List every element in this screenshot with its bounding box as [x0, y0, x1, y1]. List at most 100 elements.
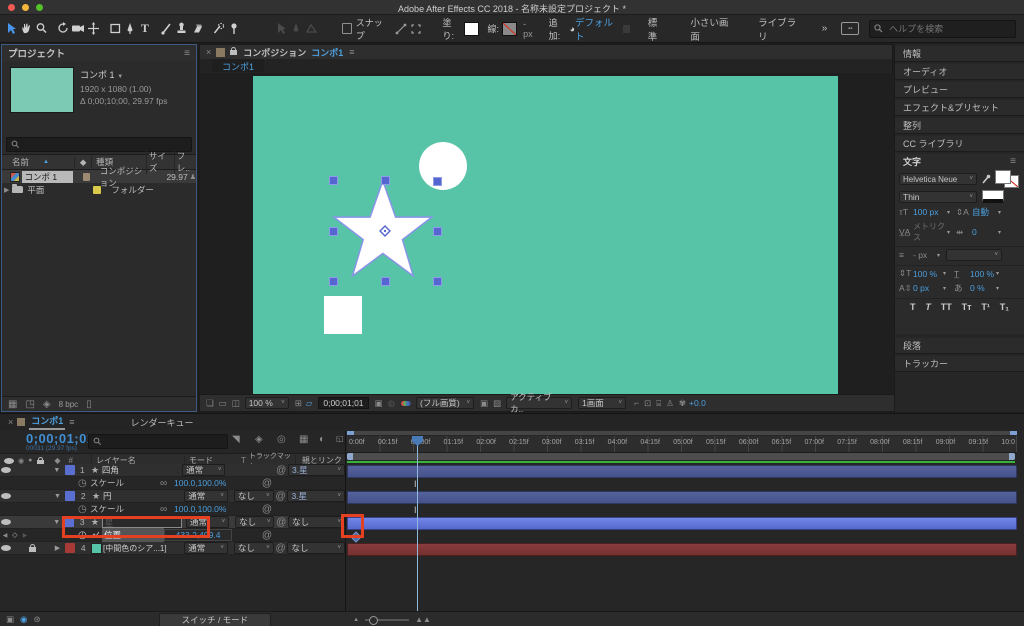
kerning-value[interactable]: メトリクス: [913, 221, 947, 243]
panel-effects-presets[interactable]: エフェクト&プリセット: [895, 100, 1024, 116]
mask-visibility-icon[interactable]: ▱: [306, 398, 313, 409]
layer-row-4[interactable]: ▶ 4 [中間色のシア...1] 通常 ˅ なし ˅ @ なし ˅: [0, 542, 345, 555]
property-name[interactable]: スケール: [90, 477, 160, 489]
timeline-search-box[interactable]: [88, 434, 228, 449]
lock-toggle[interactable]: [28, 544, 36, 552]
panel-align[interactable]: 整列: [895, 118, 1024, 134]
playhead-line[interactable]: [417, 436, 418, 611]
help-search-box[interactable]: [869, 19, 1017, 38]
roto-brush-tool-icon[interactable]: [211, 21, 226, 37]
timeline-tab-menu-icon[interactable]: ≡: [69, 417, 74, 427]
fill-swatch[interactable]: [463, 21, 479, 36]
exposure-reset-icon[interactable]: ✾: [679, 398, 686, 409]
stroke-swatch[interactable]: [501, 21, 518, 36]
column-name[interactable]: 名前 ▲: [2, 156, 74, 168]
exposure-value[interactable]: +0.0: [689, 398, 706, 408]
layer-bar-1[interactable]: [347, 465, 1017, 478]
type-tool-icon[interactable]: T: [137, 21, 152, 37]
layer-expander-icon[interactable]: ▼: [51, 467, 63, 474]
camera-tool-icon[interactable]: [71, 21, 86, 37]
trackmatte-dropdown[interactable]: なし ˅: [235, 516, 275, 528]
transparency-grid-icon[interactable]: ▨: [493, 398, 501, 409]
layer-label-chip[interactable]: [64, 465, 75, 475]
selection-handle[interactable]: [433, 277, 442, 286]
workspace-switcher-icon[interactable]: ▪▪: [841, 22, 860, 35]
panel-cc-libraries[interactable]: CC ライブラリ: [895, 136, 1024, 152]
project-row-name[interactable]: 平面: [27, 184, 83, 196]
stopwatch-icon[interactable]: ◷: [78, 504, 90, 515]
leading-value[interactable]: 自動: [972, 206, 998, 218]
fast-previews-icon[interactable]: ⊡: [644, 398, 651, 409]
timeline-jump-icon[interactable]: ⌸: [656, 398, 661, 409]
parent-pickwhip-icon[interactable]: @: [274, 465, 288, 476]
baseline-shift-value[interactable]: 0 px: [913, 283, 943, 293]
work-area-bar[interactable]: [347, 453, 1015, 460]
keyframe-nav-next-icon[interactable]: ▶: [20, 532, 30, 539]
faux-italic-button[interactable]: T: [925, 302, 931, 312]
pan-behind-tool-icon[interactable]: [86, 21, 101, 37]
property-value[interactable]: 100.0,100.0%: [174, 478, 256, 488]
property-value[interactable]: 100.0,100.0%: [174, 504, 256, 514]
blend-mode-dropdown[interactable]: 通常 ˅: [184, 490, 228, 502]
blend-mode-dropdown[interactable]: 通常 ˅: [184, 542, 228, 554]
tsume-value[interactable]: 0 %: [970, 283, 996, 293]
font-style-dropdown[interactable]: Thin ˅: [899, 190, 977, 203]
keyframe-nav-prev-icon[interactable]: ◀: [0, 532, 10, 539]
zoom-in-mountain-icon[interactable]: ▲▲: [415, 615, 431, 624]
frame-blend-toggle-icon[interactable]: ▣: [6, 614, 14, 625]
composition-mini-flowchart-icon[interactable]: ◥: [232, 434, 240, 445]
layer-label-chip[interactable]: [65, 543, 76, 553]
selection-handle[interactable]: [329, 227, 338, 236]
switches-modes-button[interactable]: スイッチ / モード: [158, 612, 272, 626]
layer-expander-icon[interactable]: ▼: [51, 519, 63, 526]
column-frame[interactable]: フレ..: [173, 150, 196, 174]
timeline-tab-comp1[interactable]: コンポ1: [29, 414, 66, 430]
trackmatte-dropdown[interactable]: なし ˅: [233, 490, 274, 502]
help-search-input[interactable]: [887, 22, 1012, 35]
workspace-tab-library[interactable]: ライブラリ: [758, 15, 800, 43]
resolution-dropdown[interactable]: (フル画質) ˅: [416, 397, 474, 409]
layer-expander-icon[interactable]: ▶: [52, 544, 64, 552]
property-row-scale-2[interactable]: ◷ スケール ∞ 100.0,100.0% @: [0, 503, 345, 516]
frame-blending-icon[interactable]: ▦: [299, 434, 308, 445]
property-name[interactable]: スケール: [90, 503, 160, 515]
label-chip[interactable]: [93, 185, 102, 194]
workspace-tab-standard[interactable]: 標準: [648, 15, 665, 43]
panel-info[interactable]: 情報: [895, 46, 1024, 62]
workspace-tab-small-screen[interactable]: 小さい画面: [690, 15, 732, 43]
faux-bold-button[interactable]: T: [910, 302, 916, 312]
interpret-footage-icon[interactable]: ▦: [8, 399, 17, 410]
layer-bar-2[interactable]: [347, 491, 1017, 504]
hand-tool-icon[interactable]: [19, 21, 34, 37]
vertical-scale-value[interactable]: 100 %: [913, 269, 943, 279]
panel-preview[interactable]: プレビュー: [895, 82, 1024, 98]
comp-name-caret-icon[interactable]: ▼: [117, 74, 123, 80]
visibility-toggle[interactable]: [1, 467, 12, 473]
selection-handle[interactable]: [381, 277, 390, 286]
constrain-link-icon[interactable]: ∞: [160, 504, 174, 515]
new-folder-icon[interactable]: ◳: [25, 399, 34, 410]
panel-close-icon[interactable]: ×: [206, 47, 211, 57]
selection-handle[interactable]: [329, 176, 338, 185]
brainstorm-icon[interactable]: ⊛: [33, 614, 40, 625]
zoom-tool-icon[interactable]: [34, 21, 49, 37]
grid-guides-icon[interactable]: ⊞: [295, 398, 302, 409]
selection-handle[interactable]: [433, 177, 442, 186]
work-area-end-handle[interactable]: [1009, 453, 1015, 460]
timeline-navigator[interactable]: [347, 431, 1017, 435]
layer-name[interactable]: 円: [103, 490, 184, 502]
eraser-tool-icon[interactable]: [189, 21, 204, 37]
primary-viewer-icon[interactable]: ▭: [219, 398, 227, 409]
selection-handle[interactable]: [381, 176, 390, 185]
folder-expander-icon[interactable]: ▶: [4, 186, 9, 194]
comp-viewer[interactable]: [200, 73, 894, 395]
panel-tracker[interactable]: トラッカー: [895, 356, 1024, 372]
motion-blur-toggle-icon[interactable]: ◉: [20, 614, 27, 625]
panel-lock-icon[interactable]: [230, 46, 238, 55]
flowchart-icon[interactable]: ♙: [666, 398, 674, 409]
shape-tool-icon[interactable]: [108, 21, 123, 37]
layer-row-2[interactable]: ▼ 2 ★ 円 通常 ˅ なし ˅ @ 3.星 ˅: [0, 490, 345, 503]
graph-editor-icon[interactable]: ◱: [336, 434, 344, 443]
superscript-button[interactable]: T¹: [981, 302, 990, 312]
layer-bar-3-selected[interactable]: [347, 517, 1017, 530]
